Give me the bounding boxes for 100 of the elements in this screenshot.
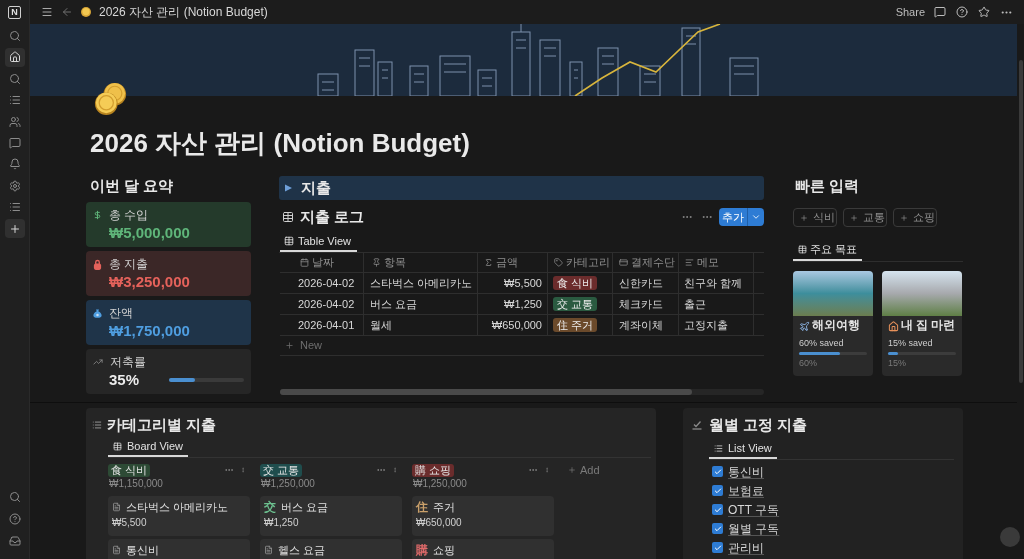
check-icon [713, 524, 722, 533]
category-glyph: 購 [416, 543, 428, 557]
kebab-icon [392, 465, 398, 475]
options-button[interactable] [544, 465, 550, 475]
card-label: 잔액 [109, 305, 133, 322]
page-breadcrumb[interactable]: 2026 자산 관리 (Notion Budget) [99, 3, 268, 21]
home-button[interactable] [4, 47, 25, 67]
card-value: ₩1,750,000 [108, 322, 190, 339]
add-button[interactable] [4, 219, 25, 238]
goal-card[interactable]: 해외여행 60% saved 60% [793, 271, 873, 376]
bell-icon [8, 158, 21, 171]
card-value: ₩3,250,000 [108, 273, 190, 290]
star-icon [978, 6, 990, 18]
table-cell: 고정지출 [679, 315, 754, 335]
column-header[interactable]: 날짜 [280, 253, 364, 272]
column-header[interactable]: 결제수단 [613, 253, 679, 272]
board-card[interactable]: 헬스 요금 [260, 539, 402, 559]
goal-card[interactable]: 내 집 마련 15% saved 15% [882, 271, 962, 376]
group-total: ₩1,250,000 [260, 478, 316, 490]
card-title: 스타벅스 아메리카노 [126, 500, 229, 514]
toggle-heading[interactable]: 지출 [279, 176, 764, 200]
card-title: 헬스 요금 [278, 543, 326, 557]
column-header[interactable]: 금액 [478, 253, 548, 272]
quick-add-button[interactable]: 교통 [843, 208, 887, 227]
dropdown-button[interactable] [748, 208, 764, 226]
goal-caption: 60% saved [799, 337, 845, 349]
checklist-icon [692, 419, 702, 430]
column-header[interactable]: 항목 [364, 253, 478, 272]
view-tab[interactable]: Board View [108, 437, 189, 457]
help-icon [8, 512, 21, 525]
card-value: 35% [108, 371, 140, 388]
check-icon [713, 467, 722, 476]
check-icon [713, 543, 722, 552]
category-tag: 交 교통 [260, 463, 303, 477]
card-amount: ₩650,000 [416, 517, 463, 529]
plus-icon [568, 466, 576, 474]
kebab-icon [240, 465, 246, 475]
quick-add-button[interactable]: 쇼핑 [893, 208, 937, 227]
checkbox[interactable] [712, 466, 723, 477]
page-icon [112, 502, 121, 512]
options-button[interactable] [240, 465, 246, 475]
list-item-link[interactable]: 월별 구독 [728, 521, 780, 536]
progress-reading: 15% [888, 357, 907, 369]
board-card[interactable]: 住 주거 ₩650,000 [412, 496, 554, 536]
settings-icon [8, 179, 21, 192]
quick-add-button[interactable]: 식비 [793, 208, 837, 227]
board-card[interactable]: 통신비 [108, 539, 250, 559]
scrollbar-thumb[interactable] [1018, 60, 1023, 383]
column-header[interactable]: 카테고리 [548, 253, 613, 272]
card-amount: ₩1,250 [264, 517, 300, 529]
checkbox[interactable] [712, 485, 723, 496]
table-cell: 2026-04-01 [280, 315, 364, 335]
table-cell: 체크카드 [613, 294, 679, 314]
house-icon [888, 320, 899, 332]
category-tag: 食 식비 [553, 276, 598, 290]
view-tab[interactable]: 주요 목표 [793, 240, 863, 261]
category-glyph: 交 [264, 500, 276, 514]
list-icon [8, 201, 21, 214]
options-button[interactable] [392, 465, 398, 475]
card-label: 총 지출 [109, 256, 149, 273]
page-title: 2026 자산 관리 (Notion Budget) [90, 128, 471, 158]
board-card[interactable]: 購 쇼핑 [412, 539, 554, 559]
list-item-link[interactable]: 관리비 [728, 540, 764, 555]
column-header[interactable]: 메모 [679, 253, 754, 272]
new-row-button[interactable]: New [285, 337, 322, 354]
page-icon [112, 545, 121, 555]
sigma-icon [484, 258, 493, 267]
list-item-link[interactable]: 보험료 [728, 483, 764, 498]
category-tag: 交 교통 [553, 297, 598, 311]
app-logo[interactable]: N [8, 5, 21, 19]
table-cell: 출근 [679, 294, 754, 314]
card-amount: ₩5,500 [112, 517, 148, 529]
card-label: 총 수입 [109, 207, 149, 224]
group-total: ₩1,150,000 [108, 478, 164, 490]
board-card[interactable]: 交 버스 요금 ₩1,250 [260, 496, 402, 536]
table-cell: ₩5,500 [478, 273, 548, 293]
comment-icon [934, 6, 946, 18]
checkbox[interactable] [712, 542, 723, 553]
home-icon [8, 51, 21, 64]
table-cell: ₩1,250 [478, 294, 548, 314]
section-heading: 이번 달 요약 [89, 176, 175, 196]
checkbox[interactable] [712, 523, 723, 534]
coins-icon [94, 82, 128, 116]
plus-icon [900, 213, 908, 222]
list-item-link[interactable]: OTT 구독 [728, 502, 780, 517]
menu-button[interactable] [41, 6, 53, 18]
add-group-button[interactable]: Add [564, 464, 600, 476]
new-button[interactable]: 추가 [719, 208, 748, 226]
board-card[interactable]: 스타벅스 아메리카노 ₩5,500 [108, 496, 250, 536]
goal-title: 내 집 마련 [901, 318, 956, 334]
checkbox[interactable] [712, 504, 723, 515]
list-item-link[interactable]: 통신비 [728, 464, 764, 479]
back-button[interactable] [61, 6, 73, 18]
view-tab[interactable]: Table View [280, 232, 357, 252]
view-tab[interactable]: List View [709, 439, 777, 459]
card-label: 저축률 [110, 354, 146, 371]
section-heading: 빠른 입력 [794, 176, 861, 196]
help-icon [956, 6, 968, 18]
lock-icon [93, 258, 102, 270]
share-button[interactable]: Share [895, 3, 925, 21]
